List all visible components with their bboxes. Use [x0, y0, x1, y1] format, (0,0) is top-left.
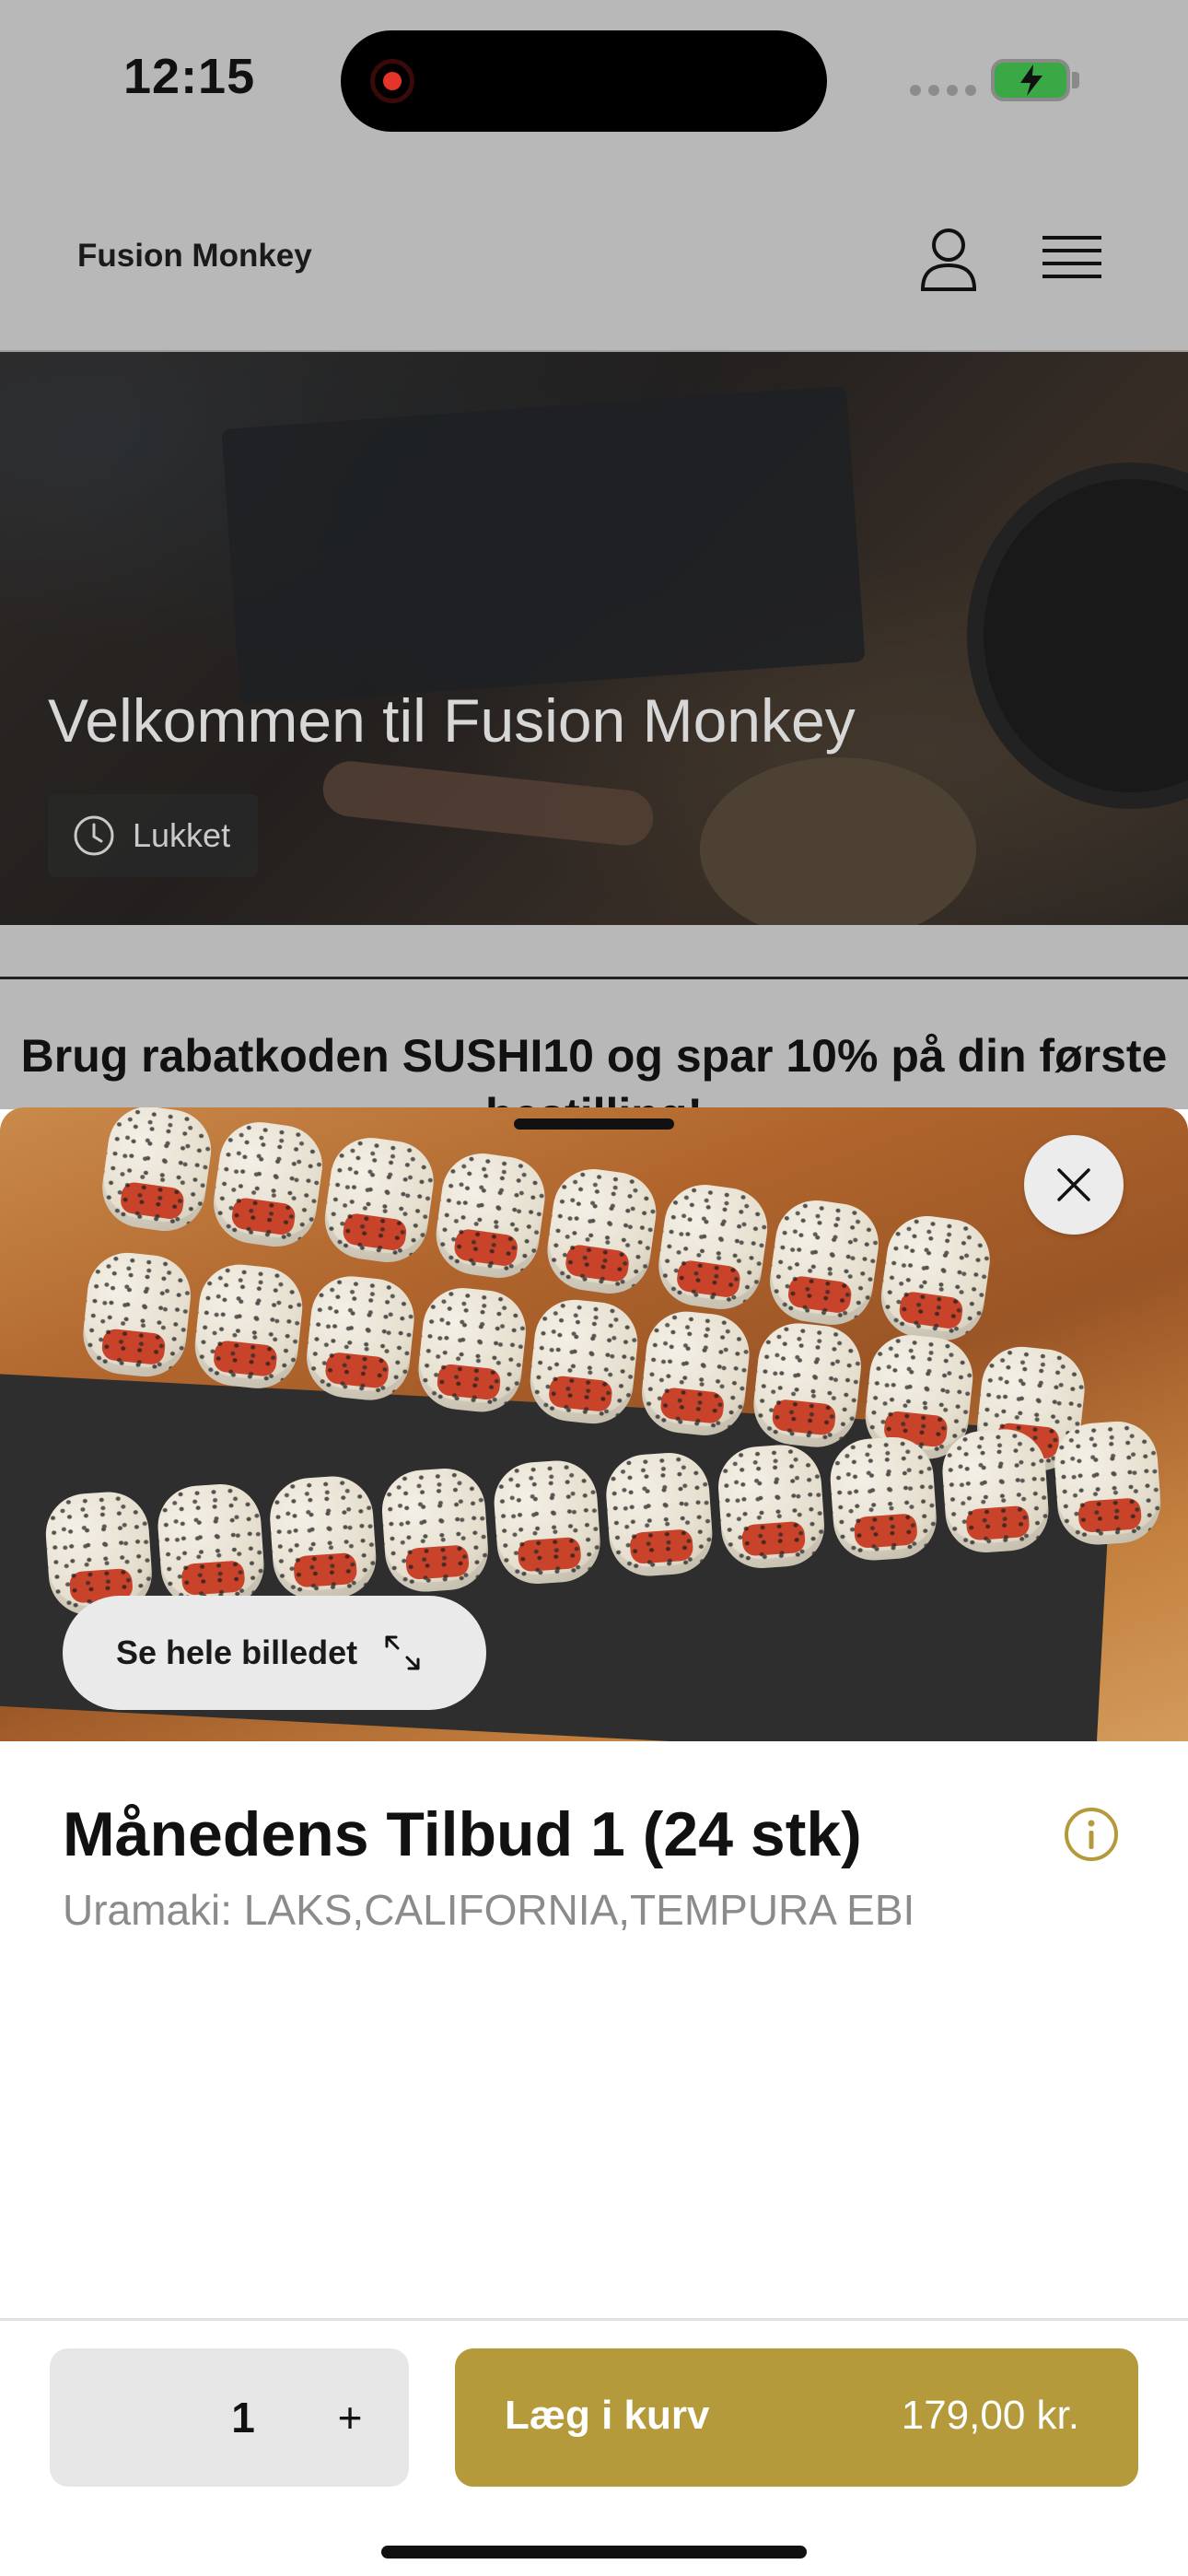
battery-charging-icon	[991, 59, 1070, 101]
product-price: 179,00 kr.	[901, 2393, 1079, 2438]
expand-icon	[385, 1635, 420, 1670]
quantity-stepper: 1 +	[50, 2348, 409, 2487]
view-full-image-label: Se hele billedet	[116, 1633, 358, 1671]
info-icon[interactable]	[1063, 1806, 1120, 1863]
battery-tip	[1072, 72, 1079, 88]
view-full-image-button[interactable]: Se hele billedet	[63, 1596, 486, 1710]
status-bar: 12:15	[0, 0, 1188, 166]
add-to-cart-button[interactable]: Læg i kurv 179,00 kr.	[455, 2348, 1138, 2487]
sheet-drag-handle[interactable]	[514, 1118, 674, 1130]
product-name: Månedens Tilbud 1 (24 stk)	[63, 1799, 862, 1869]
promo-line-1: Brug rabatkoden SUSHI10 og spar 10% på d…	[20, 1030, 1168, 1082]
quantity-plus-button[interactable]: +	[322, 2385, 378, 2450]
add-to-cart-bar: 1 + Læg i kurv 179,00 kr.	[0, 2318, 1188, 2576]
promo-section: Brug rabatkoden SUSHI10 og spar 10% på d…	[0, 925, 1188, 1141]
signal-icon	[910, 85, 976, 96]
hamburger-menu-icon[interactable]	[1039, 228, 1109, 291]
clock-icon	[74, 815, 114, 856]
status-time: 12:15	[123, 49, 256, 104]
brand-name[interactable]: Fusion Monkey	[77, 238, 312, 275]
profile-icon[interactable]	[912, 223, 985, 297]
hero-title: Velkommen til Fusion Monkey	[48, 686, 856, 755]
home-indicator[interactable]	[381, 2546, 807, 2558]
site-header: Fusion Monkey	[0, 166, 1188, 352]
add-to-cart-label: Læg i kurv	[505, 2393, 710, 2438]
recording-icon	[370, 59, 414, 103]
dynamic-island	[341, 30, 827, 132]
quantity-value: 1	[231, 2394, 255, 2441]
product-description: Uramaki: LAKS,CALIFORNIA,TEMPURA EBI	[63, 1886, 915, 1934]
hero-banner: Velkommen til Fusion Monkey Lukket	[0, 352, 1188, 925]
opening-status-label: Lukket	[133, 816, 231, 854]
opening-status-badge: Lukket	[48, 794, 259, 877]
divider	[0, 977, 1188, 979]
close-icon	[1057, 1168, 1090, 1201]
product-bottom-sheet: Se hele billedet Månedens Tilbud 1 (24 s…	[0, 1107, 1188, 2576]
close-button[interactable]	[1024, 1135, 1124, 1235]
